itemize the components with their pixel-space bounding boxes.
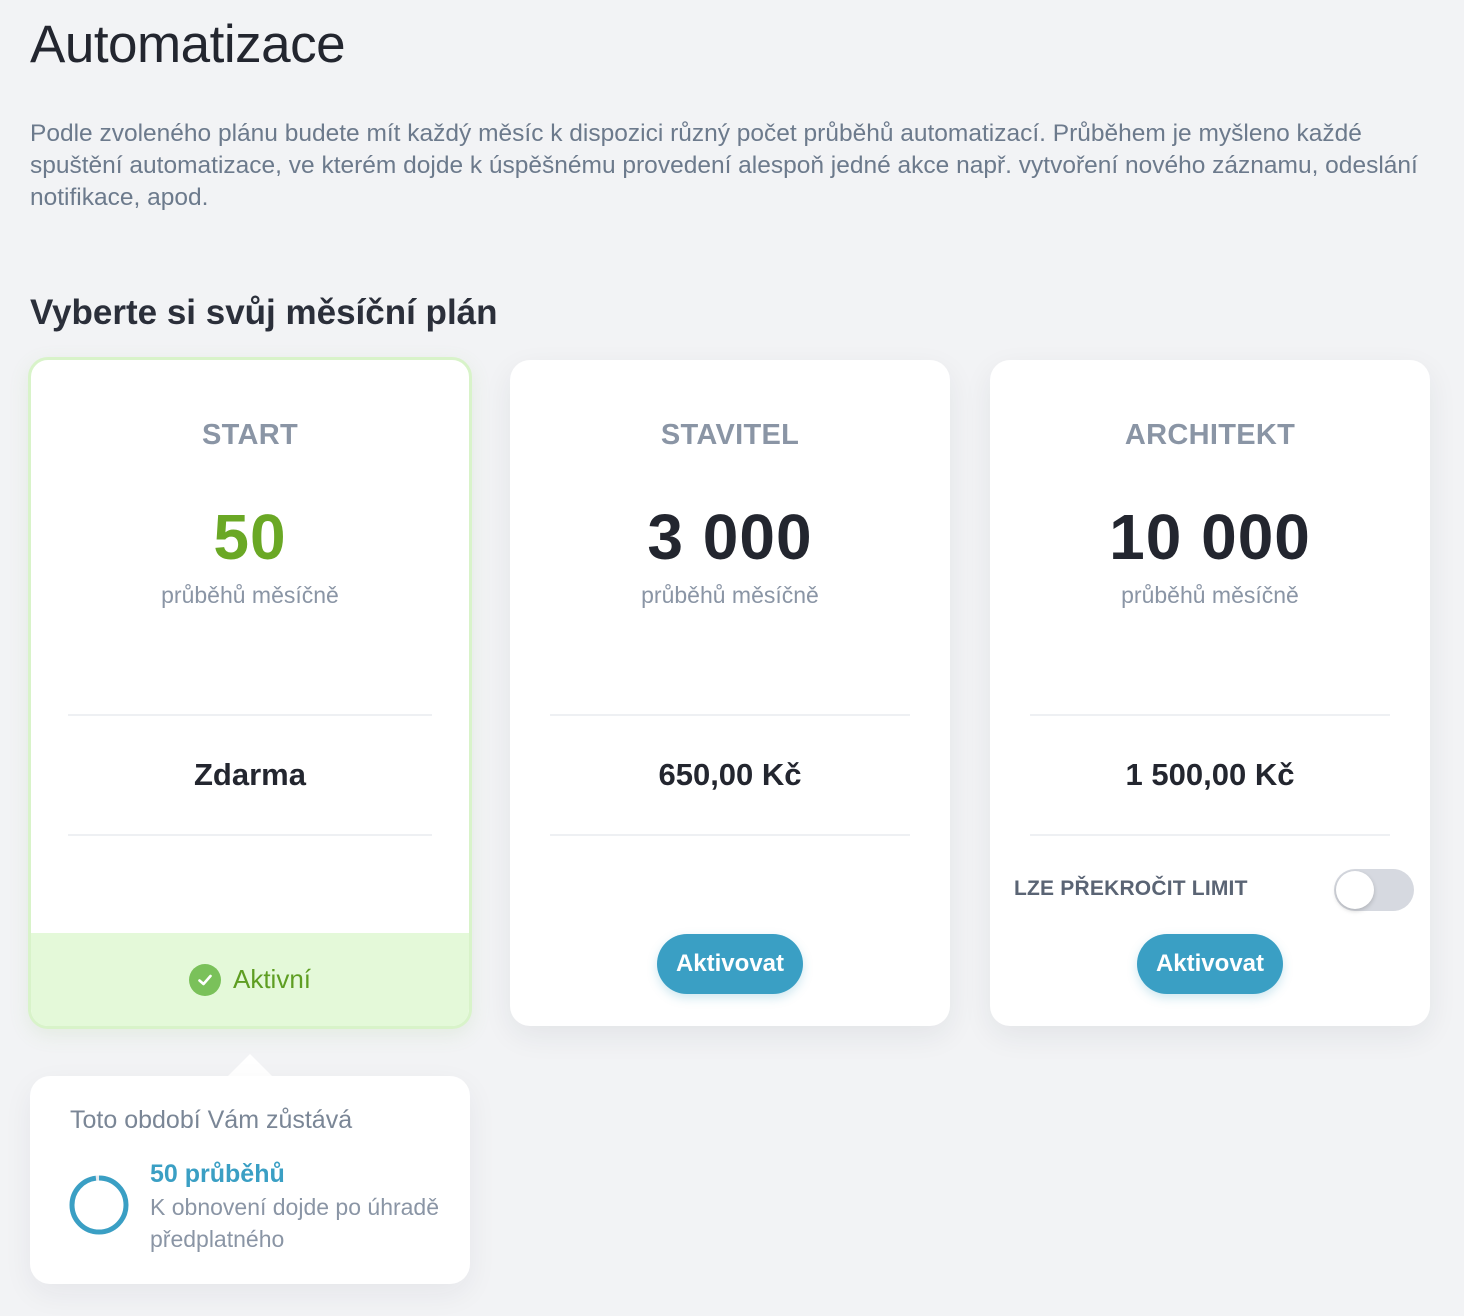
plan-card-stavitel: STAVITEL 3 000 průběhů měsíčně 650,00 Kč… xyxy=(510,360,950,1026)
active-status-bar: Aktivní xyxy=(31,933,469,1026)
plan-run-count: 3 000 xyxy=(647,501,813,573)
plan-run-count: 50 xyxy=(213,501,287,573)
activate-button-architekt[interactable]: Aktivovat xyxy=(1137,934,1283,994)
check-circle-icon xyxy=(188,963,221,996)
activate-button-stavitel[interactable]: Aktivovat xyxy=(657,934,803,994)
overrun-limit-toggle[interactable] xyxy=(1334,869,1414,911)
plan-card-architekt: ARCHITEKT 10 000 průběhů měsíčně 1 500,0… xyxy=(990,360,1430,1026)
remaining-progress-ring xyxy=(69,1175,129,1235)
divider xyxy=(550,714,910,716)
plan-price: Zdarma xyxy=(194,757,306,792)
plan-run-unit: průběhů měsíčně xyxy=(161,582,339,608)
section-subtitle: Vyberte si svůj měsíční plán xyxy=(30,293,498,332)
plan-name: ARCHITEKT xyxy=(1124,419,1296,451)
plan-run-count: 10 000 xyxy=(1109,501,1311,573)
automation-plans-page: Automatizace Podle zvoleného plánu budet… xyxy=(0,0,1464,1316)
divider xyxy=(68,834,432,836)
plan-name: STAVITEL xyxy=(660,419,800,451)
remaining-title: Toto období Vám zůstává xyxy=(70,1106,353,1134)
page-title: Automatizace xyxy=(30,15,346,74)
remaining-note: K obnovení dojde po úhradě předplatného xyxy=(150,1194,440,1252)
plan-price: 650,00 Kč xyxy=(658,757,802,792)
toggle-knob xyxy=(1336,871,1374,909)
active-status-label: Aktivní xyxy=(232,964,312,994)
plan-run-unit: průběhů měsíčně xyxy=(641,582,819,608)
remaining-count: 50 průběhů xyxy=(150,1160,285,1188)
divider xyxy=(68,714,432,716)
divider xyxy=(1030,714,1390,716)
divider xyxy=(550,834,910,836)
plan-name: START xyxy=(201,419,298,451)
remaining-runs-panel: Toto období Vám zůstává 50 průběhů K obn… xyxy=(30,1076,470,1284)
plan-price: 1 500,00 Kč xyxy=(1125,757,1295,792)
plan-card-start: START 50 průběhů měsíčně Zdarma Aktivní xyxy=(28,357,472,1029)
overrun-limit-label: LZE PŘEKROČIT LIMIT xyxy=(1014,877,1248,900)
divider xyxy=(1030,834,1390,836)
popover-arrow xyxy=(228,1054,272,1076)
plan-run-unit: průběhů měsíčně xyxy=(1121,582,1299,608)
